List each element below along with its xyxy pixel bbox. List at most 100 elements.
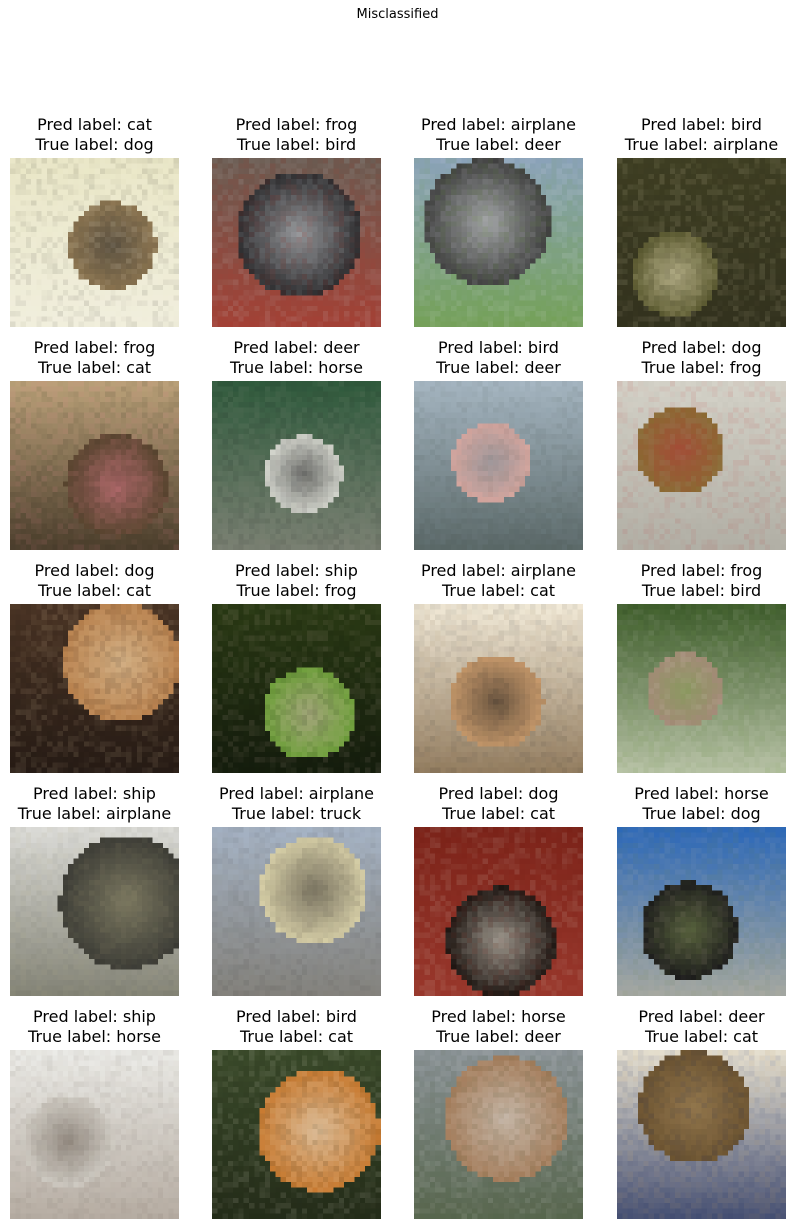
true-label: True label: airplane bbox=[0, 804, 209, 824]
sample-image bbox=[212, 381, 381, 550]
pred-label: Pred label: ship bbox=[0, 1007, 209, 1027]
panel-title: Pred label: ship True label: airplane bbox=[0, 784, 209, 824]
sample-image-pixels bbox=[414, 604, 583, 773]
pred-label: Pred label: dog bbox=[587, 338, 795, 358]
misclassified-panel: Pred label: dog True label: cat bbox=[414, 781, 583, 996]
pred-label: Pred label: frog bbox=[0, 338, 209, 358]
true-label: True label: horse bbox=[0, 1027, 209, 1047]
sample-image bbox=[10, 827, 179, 996]
pred-label: Pred label: horse bbox=[384, 1007, 613, 1027]
sample-image bbox=[212, 827, 381, 996]
true-label: True label: deer bbox=[384, 135, 613, 155]
true-label: True label: dog bbox=[587, 804, 795, 824]
misclassified-panel: Pred label: ship True label: horse bbox=[10, 1004, 179, 1219]
sample-image-pixels bbox=[10, 381, 179, 550]
panel-title: Pred label: horse True label: deer bbox=[384, 1007, 613, 1047]
true-label: True label: frog bbox=[587, 358, 795, 378]
misclassified-panel: Pred label: dog True label: cat bbox=[10, 558, 179, 773]
misclassified-panel: Pred label: horse True label: dog bbox=[617, 781, 786, 996]
true-label: True label: airplane bbox=[587, 135, 795, 155]
panel-title: Pred label: dog True label: cat bbox=[0, 561, 209, 601]
misclassified-panel: Pred label: cat True label: dog bbox=[10, 112, 179, 327]
misclassified-panel: Pred label: deer True label: cat bbox=[617, 1004, 786, 1219]
sample-image bbox=[617, 604, 786, 773]
sample-image-pixels bbox=[414, 827, 583, 996]
sample-image bbox=[617, 381, 786, 550]
true-label: True label: truck bbox=[182, 804, 411, 824]
true-label: True label: horse bbox=[182, 358, 411, 378]
sample-image-pixels bbox=[617, 604, 786, 773]
panel-title: Pred label: dog True label: cat bbox=[384, 784, 613, 824]
sample-image bbox=[10, 381, 179, 550]
true-label: True label: cat bbox=[182, 1027, 411, 1047]
sample-image bbox=[414, 827, 583, 996]
panel-title: Pred label: bird True label: airplane bbox=[587, 115, 795, 155]
sample-image-pixels bbox=[10, 604, 179, 773]
sample-image bbox=[617, 1050, 786, 1219]
misclassified-panel: Pred label: frog True label: bird bbox=[617, 558, 786, 773]
sample-image bbox=[617, 827, 786, 996]
pred-label: Pred label: airplane bbox=[384, 115, 613, 135]
panel-title: Pred label: airplane True label: truck bbox=[182, 784, 411, 824]
sample-image-pixels bbox=[617, 381, 786, 550]
panel-title: Pred label: frog True label: bird bbox=[182, 115, 411, 155]
sample-image-pixels bbox=[212, 604, 381, 773]
sample-image-pixels bbox=[414, 381, 583, 550]
misclassified-panel: Pred label: frog True label: bird bbox=[212, 112, 381, 327]
sample-image bbox=[10, 1050, 179, 1219]
true-label: True label: dog bbox=[0, 135, 209, 155]
sample-image-pixels bbox=[212, 1050, 381, 1219]
sample-image-pixels bbox=[617, 827, 786, 996]
sample-image bbox=[212, 1050, 381, 1219]
sample-image bbox=[414, 381, 583, 550]
panel-title: Pred label: ship True label: horse bbox=[0, 1007, 209, 1047]
misclassified-panel: Pred label: airplane True label: cat bbox=[414, 558, 583, 773]
panel-title: Pred label: airplane True label: deer bbox=[384, 115, 613, 155]
grid-row: Pred label: ship True label: airplane Pred… bbox=[10, 781, 786, 1004]
misclassified-panel: Pred label: deer True label: horse bbox=[212, 335, 381, 550]
true-label: True label: cat bbox=[0, 358, 209, 378]
sample-image bbox=[212, 604, 381, 773]
pred-label: Pred label: bird bbox=[384, 338, 613, 358]
panel-title: Pred label: airplane True label: cat bbox=[384, 561, 613, 601]
grid-row: Pred label: cat True label: dog Pred label… bbox=[10, 112, 786, 335]
misclassified-panel: Pred label: bird True label: airplane bbox=[617, 112, 786, 327]
misclassified-panel: Pred label: bird True label: deer bbox=[414, 335, 583, 550]
sample-image bbox=[212, 158, 381, 327]
panel-title: Pred label: dog True label: frog bbox=[587, 338, 795, 378]
grid-row: Pred label: dog True label: cat Pred label… bbox=[10, 558, 786, 781]
grid-row: Pred label: ship True label: horse Pred la… bbox=[10, 1004, 786, 1227]
pred-label: Pred label: bird bbox=[182, 1007, 411, 1027]
misclassified-panel: Pred label: frog True label: cat bbox=[10, 335, 179, 550]
panel-title: Pred label: bird True label: cat bbox=[182, 1007, 411, 1047]
sample-image bbox=[10, 604, 179, 773]
pred-label: Pred label: dog bbox=[384, 784, 613, 804]
true-label: True label: deer bbox=[384, 1027, 613, 1047]
panel-title: Pred label: frog True label: bird bbox=[587, 561, 795, 601]
sample-image-pixels bbox=[414, 158, 583, 327]
misclassified-panel: Pred label: airplane True label: truck bbox=[212, 781, 381, 996]
sample-image bbox=[414, 1050, 583, 1219]
sample-image-pixels bbox=[10, 1050, 179, 1219]
pred-label: Pred label: airplane bbox=[182, 784, 411, 804]
sample-image-pixels bbox=[10, 158, 179, 327]
panel-title: Pred label: horse True label: dog bbox=[587, 784, 795, 824]
pred-label: Pred label: horse bbox=[587, 784, 795, 804]
pred-label: Pred label: cat bbox=[0, 115, 209, 135]
sample-image bbox=[414, 158, 583, 327]
misclassified-panel: Pred label: ship True label: frog bbox=[212, 558, 381, 773]
pred-label: Pred label: frog bbox=[587, 561, 795, 581]
pred-label: Pred label: deer bbox=[587, 1007, 795, 1027]
grid-row: Pred label: frog True label: cat Pred labe… bbox=[10, 335, 786, 558]
panel-title: Pred label: bird True label: deer bbox=[384, 338, 613, 378]
misclassified-panel: Pred label: dog True label: frog bbox=[617, 335, 786, 550]
figure-suptitle: Misclassified bbox=[0, 7, 795, 22]
pred-label: Pred label: airplane bbox=[384, 561, 613, 581]
sample-image-pixels bbox=[617, 1050, 786, 1219]
sample-image-pixels bbox=[212, 381, 381, 550]
true-label: True label: bird bbox=[182, 135, 411, 155]
panel-title: Pred label: frog True label: cat bbox=[0, 338, 209, 378]
panel-title: Pred label: deer True label: cat bbox=[587, 1007, 795, 1047]
panel-title: Pred label: deer True label: horse bbox=[182, 338, 411, 378]
panel-title: Pred label: ship True label: frog bbox=[182, 561, 411, 601]
